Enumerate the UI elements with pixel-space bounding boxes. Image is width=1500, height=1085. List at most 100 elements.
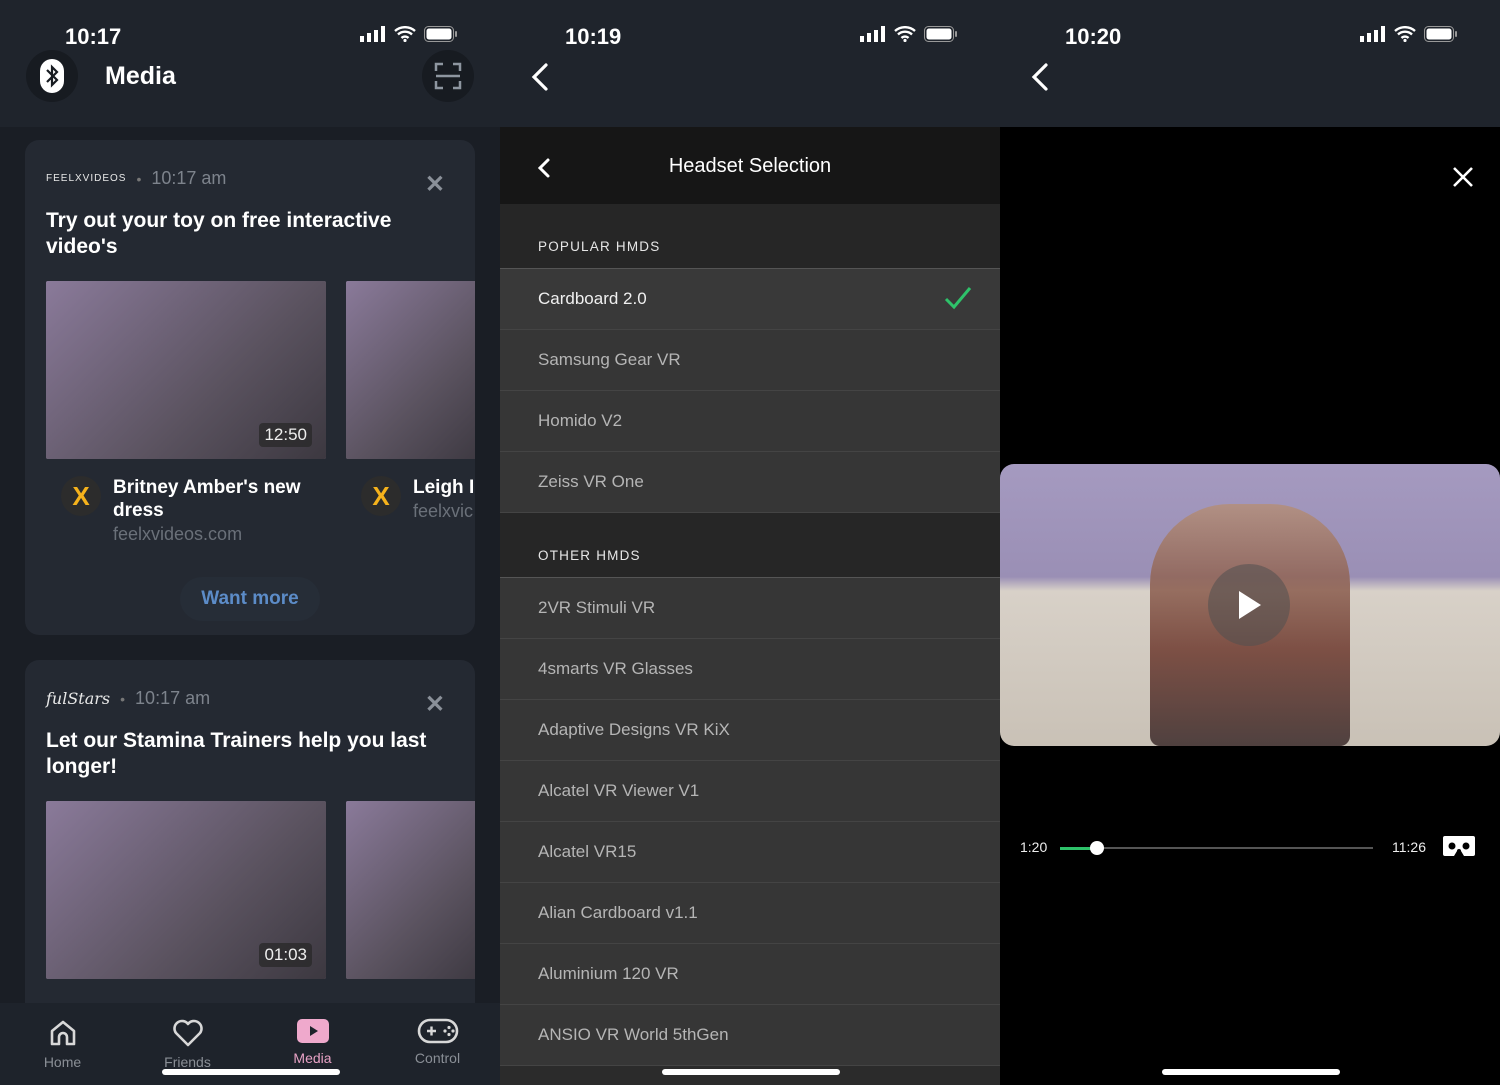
scan-button[interactable]	[422, 50, 474, 102]
video-info[interactable]: X Britney Amber's new dress feelxvideos.…	[61, 476, 321, 545]
headset-name: Zeiss VR One	[538, 472, 644, 491]
video-site: feelxvic	[413, 501, 474, 521]
separator-dot: •	[136, 170, 142, 187]
status-icons	[360, 26, 458, 42]
seek-handle[interactable]	[1089, 841, 1104, 855]
tab-home[interactable]: Home	[0, 1003, 125, 1085]
home-icon	[50, 1020, 75, 1046]
headset-option[interactable]: Adaptive Designs VR KiX	[500, 700, 1000, 761]
video-thumbnail[interactable]	[346, 281, 475, 459]
video-info[interactable]: X Leigh I feelxvic	[361, 476, 475, 522]
headset-list[interactable]: POPULAR HMDS Cardboard 2.0 Samsung Gear VR…	[500, 204, 1000, 1085]
scan-icon	[434, 62, 462, 90]
headset-name: 2VR Stimuli VR	[538, 598, 656, 617]
tab-label: Friends	[164, 1054, 211, 1070]
brand-logo: FEELXVIDEOS	[46, 173, 127, 184]
back-chevron-icon[interactable]	[1026, 60, 1056, 94]
feelx-logo-icon: X	[361, 476, 401, 516]
status-bar: 10:19	[500, 0, 1000, 60]
video-player-screen: 10:20 1:20 11:26	[1000, 0, 1500, 1085]
video-frame[interactable]	[1000, 464, 1500, 746]
current-time: 1:20	[1020, 839, 1048, 855]
back-chevron-icon[interactable]	[526, 60, 556, 94]
video-duration: 12:50	[259, 423, 312, 447]
video-thumbnail[interactable]	[346, 801, 475, 979]
tab-control[interactable]: Control	[375, 1003, 500, 1085]
headset-name: Cardboard 2.0	[538, 289, 647, 308]
feelx-logo-icon: X	[61, 476, 101, 516]
headset-name: Samsung Gear VR	[538, 350, 681, 369]
media-feed[interactable]: FEELXVIDEOS • 10:17 am ✕ Try out your to…	[0, 127, 500, 1060]
headset-option[interactable]: Alcatel VR15	[500, 822, 1000, 883]
bluetooth-icon	[40, 59, 64, 93]
play-button[interactable]	[1208, 564, 1290, 646]
play-icon	[1239, 591, 1261, 619]
headset-name: Alian Cardboard v1.1	[538, 903, 698, 922]
headset-option[interactable]: Aluminium 120 VR	[500, 944, 1000, 1005]
headset-option[interactable]: ANSIO VR World 5thGen	[500, 1005, 1000, 1066]
headset-name: Adaptive Designs VR KiX	[538, 720, 730, 739]
headset-option[interactable]: 4smarts VR Glasses	[500, 639, 1000, 700]
section-header: OTHER HMDS	[500, 513, 1000, 578]
headset-option[interactable]: Alcatel VR Viewer V1	[500, 761, 1000, 822]
seek-bar[interactable]	[1060, 841, 1373, 855]
video-area[interactable]	[1000, 127, 1500, 1085]
brand-logo: fulStars	[46, 689, 111, 708]
card-time: 10:17 am	[151, 168, 227, 188]
home-indicator[interactable]	[162, 1069, 340, 1075]
headset-option[interactable]: Cardboard 2.0	[500, 269, 1000, 330]
headset-option[interactable]: Alian Cardboard v1.1	[500, 883, 1000, 944]
playback-controls: 1:20 11:26	[1000, 835, 1500, 865]
video-site: feelxvideos.com	[113, 524, 243, 544]
tab-label: Media	[293, 1050, 332, 1066]
signal-icon	[860, 26, 885, 42]
checkmark-icon	[944, 287, 972, 310]
signal-icon	[1360, 26, 1385, 42]
wifi-icon	[1394, 26, 1416, 42]
thumbnail-image	[346, 281, 475, 459]
card-title: Let our Stamina Trainers help you last l…	[46, 729, 427, 778]
status-time: 10:19	[565, 24, 622, 49]
vr-cardboard-icon[interactable]	[1442, 835, 1476, 857]
headset-name: ANSIO VR World 5thGen	[538, 1025, 729, 1044]
battery-icon	[924, 26, 957, 42]
headset-option[interactable]: 2VR Stimuli VR	[500, 578, 1000, 639]
gamepad-icon	[417, 1018, 458, 1044]
video-thumbnail[interactable]: 12:50	[46, 281, 326, 459]
status-time: 10:20	[1065, 24, 1122, 49]
close-icon[interactable]: ✕	[425, 170, 445, 199]
want-more-button[interactable]: Want more	[180, 577, 320, 621]
wifi-icon	[394, 26, 416, 42]
headset-name: Alcatel VR Viewer V1	[538, 781, 700, 800]
headset-name: Homido V2	[538, 411, 623, 430]
headset-name: Aluminium 120 VR	[538, 964, 679, 983]
headset-header: Headset Selection	[500, 127, 1000, 204]
headset-option[interactable]: Homido V2	[500, 391, 1000, 452]
battery-icon	[1424, 26, 1457, 42]
promo-card: fulStars • 10:17 am ✕ Let our Stamina Tr…	[25, 660, 475, 1060]
home-indicator[interactable]	[662, 1069, 840, 1075]
home-indicator[interactable]	[1162, 1069, 1340, 1075]
play-icon	[296, 1019, 329, 1043]
close-icon[interactable]: ✕	[425, 690, 445, 719]
status-icons	[1360, 26, 1458, 42]
bluetooth-button[interactable]	[26, 50, 78, 102]
status-icons	[860, 26, 958, 42]
status-bar: 10:17	[0, 0, 500, 60]
signal-icon	[360, 26, 385, 42]
separator-dot: •	[120, 690, 126, 707]
video-title: Britney Amber's new dress	[113, 477, 301, 521]
header-title: Headset Selection	[668, 155, 832, 177]
page-title: Media	[105, 62, 176, 90]
tab-label: Home	[43, 1054, 82, 1070]
heart-icon	[172, 1019, 203, 1047]
card-header: fulStars • 10:17 am	[46, 688, 210, 709]
headset-option[interactable]: Zeiss VR One	[500, 452, 1000, 513]
card-time: 10:17 am	[135, 688, 211, 708]
video-thumbnail[interactable]: 01:03	[46, 801, 326, 979]
promo-card: FEELXVIDEOS • 10:17 am ✕ Try out your to…	[25, 140, 475, 635]
close-icon[interactable]	[1451, 165, 1475, 189]
headset-option[interactable]: Samsung Gear VR	[500, 330, 1000, 391]
headset-name: 4smarts VR Glasses	[538, 659, 693, 678]
section-header: POPULAR HMDS	[500, 204, 1000, 269]
